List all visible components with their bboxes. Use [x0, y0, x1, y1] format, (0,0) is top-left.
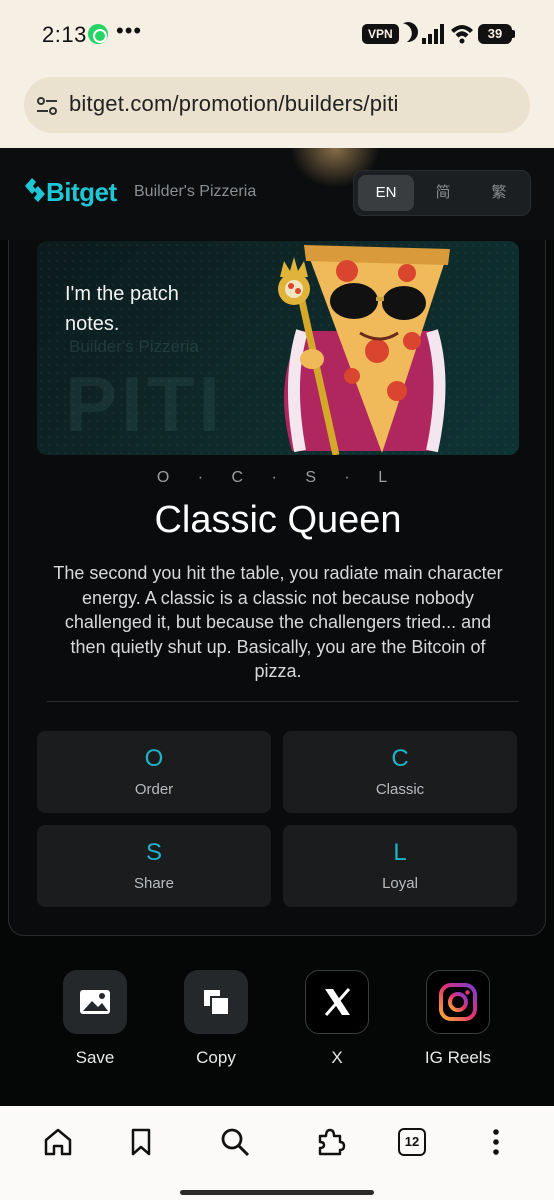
bookmark-icon[interactable]: [125, 1126, 157, 1158]
trait-letter: O: [144, 745, 164, 772]
instagram-icon[interactable]: [426, 970, 490, 1034]
x-logo-icon[interactable]: [305, 970, 369, 1034]
extensions-icon[interactable]: [314, 1126, 346, 1158]
lang-en-button[interactable]: EN: [358, 175, 414, 211]
image-icon[interactable]: [63, 970, 127, 1034]
status-time: 2:13: [42, 22, 87, 47]
do-not-disturb-icon: [394, 18, 421, 45]
result-title: Classic Queen: [154, 499, 402, 541]
x-label: X: [331, 1048, 343, 1067]
tabs-count-icon[interactable]: 12: [398, 1128, 426, 1156]
site-subtitle: Builder's Pizzeria: [134, 183, 257, 200]
battery-indicator: 39: [478, 24, 515, 44]
address-bar[interactable]: bitget.com/promotion/builders/piti: [24, 77, 530, 133]
copy-icon[interactable]: [184, 970, 248, 1034]
type-letters: O · C · S · L: [156, 469, 400, 486]
trait-label: Classic: [375, 781, 425, 798]
save-button[interactable]: Save: [45, 970, 145, 1068]
trait-card-order: O Order: [37, 731, 271, 813]
home-indicator[interactable]: [180, 1190, 374, 1195]
site-settings-icon[interactable]: [36, 95, 58, 117]
trait-label: Loyal: [382, 875, 418, 892]
save-label: Save: [75, 1048, 115, 1067]
share-x-button[interactable]: X: [287, 970, 387, 1068]
more-menu-icon[interactable]: [480, 1126, 512, 1158]
brand-name[interactable]: Bitget: [46, 177, 117, 208]
site-header: Bitget Builder's Pizzeria EN 简 繁: [0, 148, 554, 240]
wifi-icon: [451, 25, 473, 44]
lang-simplified-chinese-button[interactable]: 简: [415, 175, 471, 211]
whatsapp-notification-icon: [88, 24, 108, 44]
copy-label: Copy: [196, 1048, 236, 1067]
trait-card-share: S Share: [37, 825, 271, 907]
trait-label: Share: [133, 875, 175, 892]
ig-reels-label: IG Reels: [424, 1048, 492, 1067]
result-card: Builder's Pizzeria PITI I'm the patch no…: [8, 214, 546, 936]
browser-toolbar: bitget.com/promotion/builders/piti: [0, 68, 554, 148]
trait-letter: C: [391, 745, 409, 772]
search-icon[interactable]: [219, 1126, 251, 1158]
result-description: The second you hit the table, you radiat…: [53, 563, 503, 681]
lang-traditional-chinese-button[interactable]: 繁: [471, 175, 527, 211]
copy-button[interactable]: Copy: [166, 970, 266, 1068]
bitget-logo-icon[interactable]: [24, 177, 46, 203]
vpn-badge: VPN: [362, 24, 399, 44]
trait-card-classic: C Classic: [283, 731, 517, 813]
status-bar: 2:13 ••• VPN 39: [0, 0, 554, 68]
language-switcher: EN 简 繁: [353, 170, 531, 216]
pizza-queen-illustration: [278, 245, 450, 455]
share-ig-reels-button[interactable]: IG Reels: [408, 970, 508, 1068]
trait-card-loyal: L Loyal: [283, 825, 517, 907]
banner-watermark-subtitle: Builder's Pizzeria: [69, 337, 199, 356]
banner-watermark-title: PITI: [65, 360, 225, 448]
web-page: Builder's Pizzeria PITI I'm the patch no…: [0, 148, 554, 1106]
more-notifications-icon: •••: [116, 18, 143, 43]
trait-letter: L: [393, 839, 407, 866]
signal-icon: [422, 24, 446, 44]
divider: [47, 701, 519, 702]
url-text[interactable]: bitget.com/promotion/builders/piti: [69, 91, 399, 117]
banner-quote: I'm the patch notes.: [65, 283, 179, 335]
result-banner: Builder's Pizzeria PITI I'm the patch no…: [37, 241, 519, 455]
trait-letter: S: [145, 839, 162, 866]
home-icon[interactable]: [42, 1126, 74, 1158]
trait-label: Order: [134, 781, 174, 798]
browser-bottom-nav: 12: [0, 1106, 554, 1200]
